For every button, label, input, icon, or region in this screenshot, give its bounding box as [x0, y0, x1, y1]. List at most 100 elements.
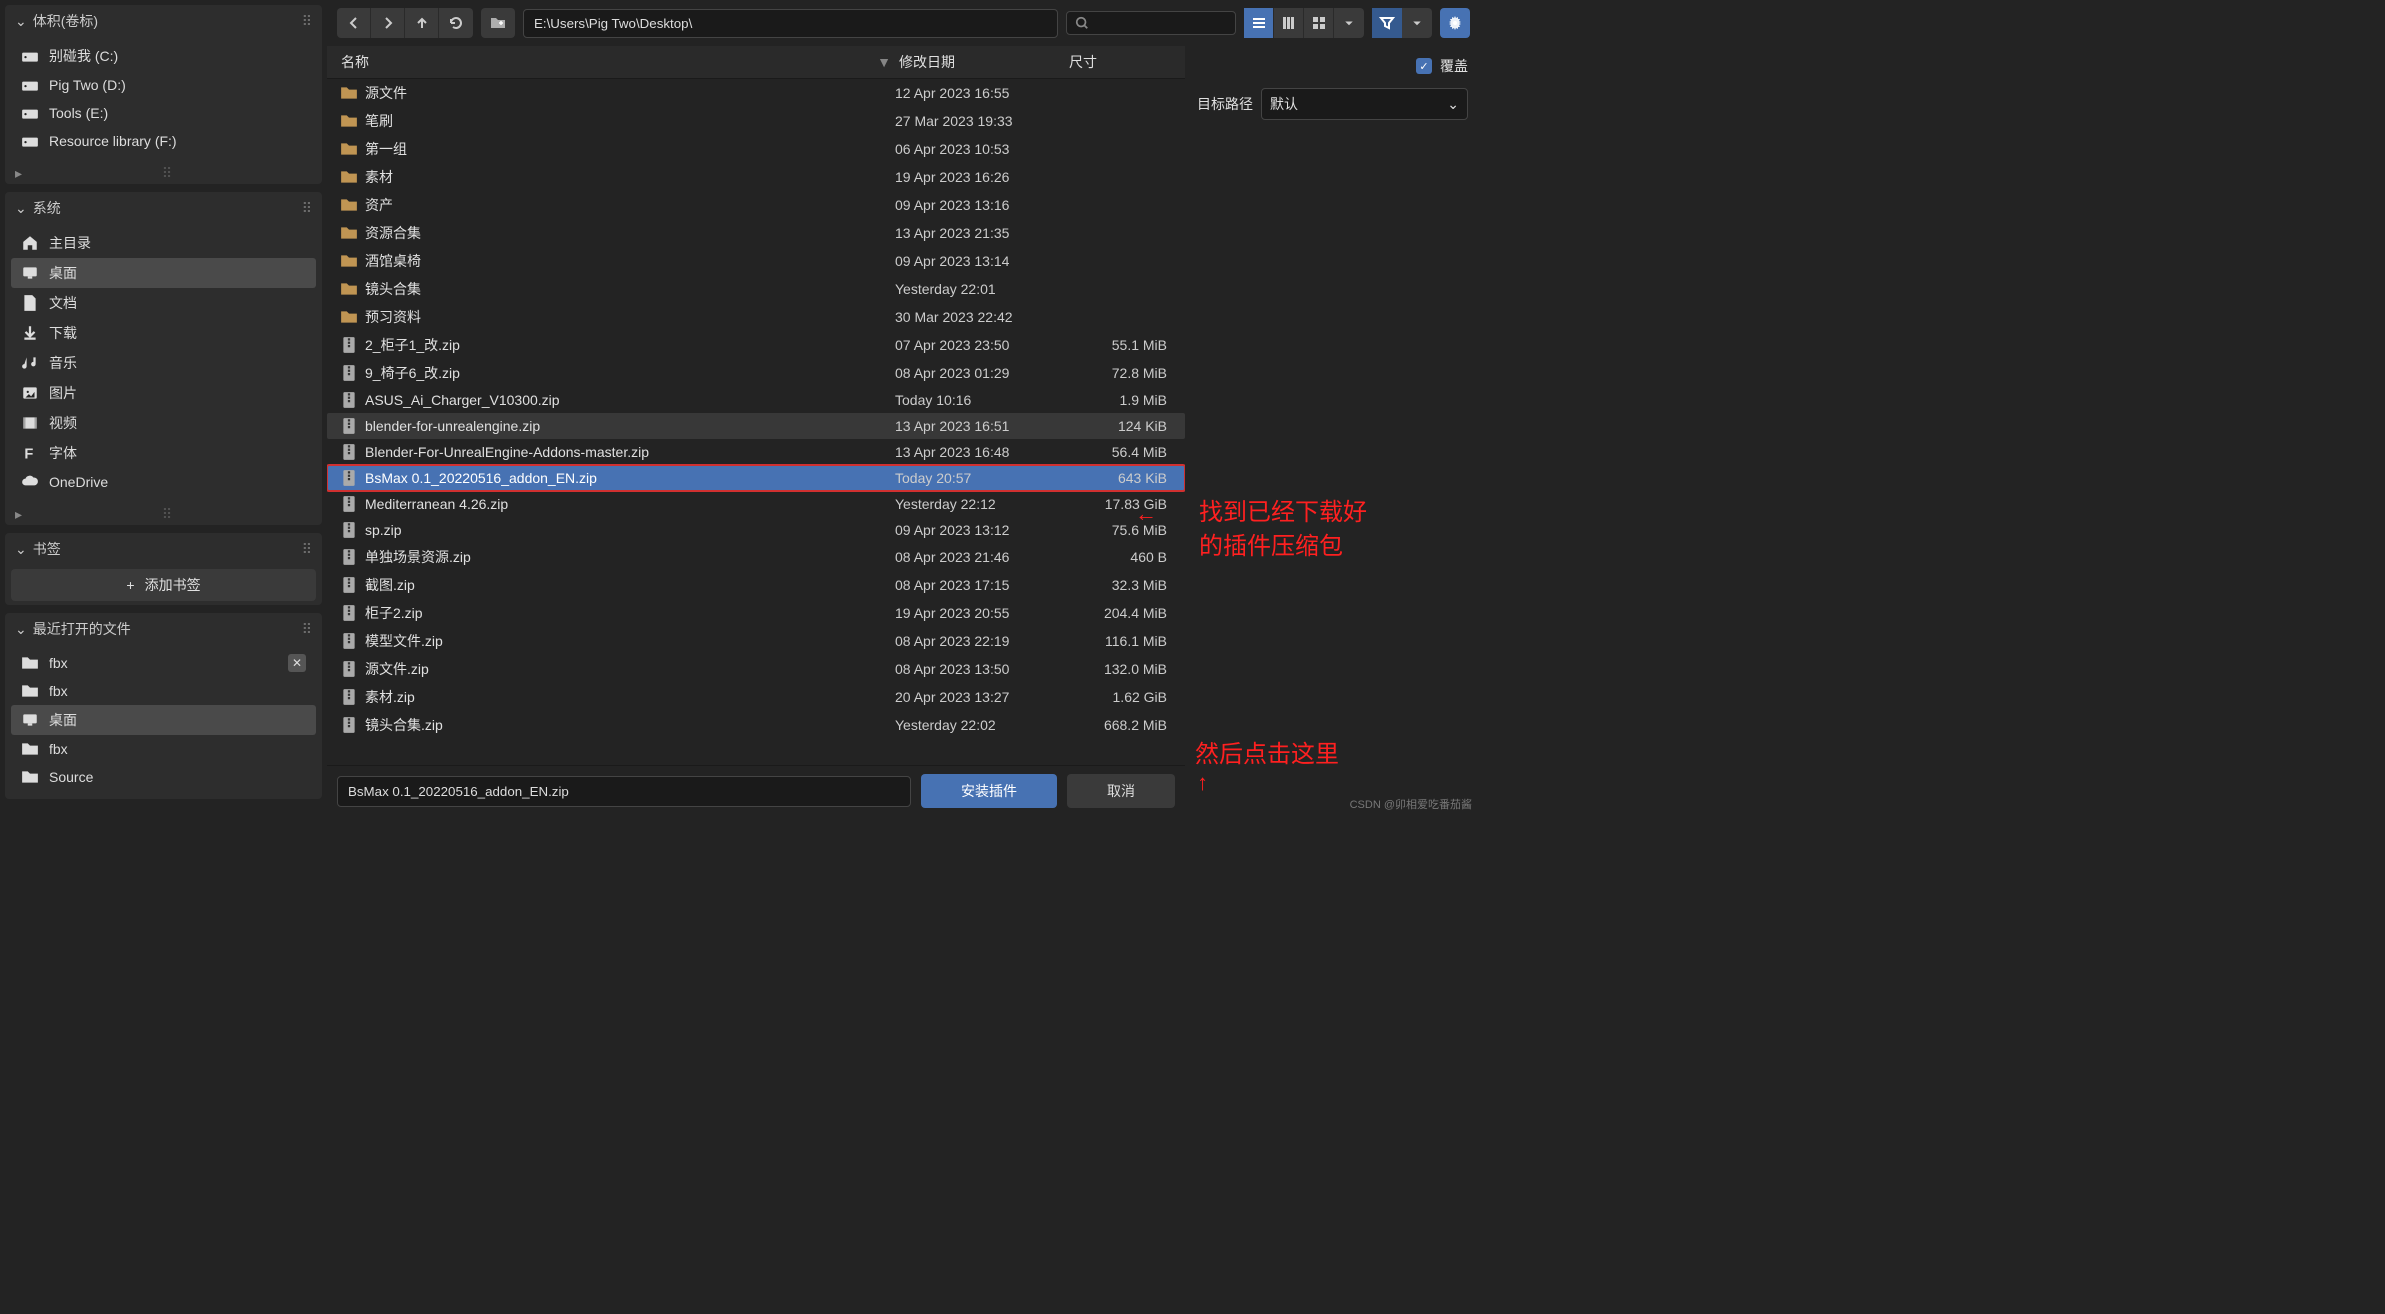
refresh-button[interactable] — [439, 8, 473, 38]
file-row[interactable]: Blender-For-UnrealEngine-Addons-master.z… — [327, 439, 1185, 465]
add-bookmark-button[interactable]: + 添加书签 — [11, 569, 316, 601]
recent-item[interactable]: fbx — [11, 735, 316, 763]
system-title: 系统 — [33, 198, 61, 218]
recent-item-label: 桌面 — [49, 710, 77, 730]
file-row[interactable]: 镜头合集Yesterday 22:01 — [327, 275, 1185, 303]
volumes-expand[interactable]: ▸⠿ — [5, 163, 322, 184]
column-name-header[interactable]: 名称▼ — [337, 46, 895, 78]
file-row[interactable]: 素材19 Apr 2023 16:26 — [327, 163, 1185, 191]
search-input[interactable] — [1066, 11, 1236, 35]
file-row[interactable]: 资产09 Apr 2023 13:16 — [327, 191, 1185, 219]
settings-button[interactable] — [1440, 8, 1470, 38]
file-date: 08 Apr 2023 01:29 — [895, 365, 1065, 381]
volumes-header[interactable]: ⌄ 体积(卷标) ⠿ — [5, 5, 322, 37]
file-row[interactable]: ASUS_Ai_Charger_V10300.zipToday 10:161.9… — [327, 387, 1185, 413]
new-folder-button[interactable] — [481, 8, 515, 38]
close-icon[interactable]: ✕ — [288, 654, 306, 672]
file-row[interactable]: blender-for-unrealengine.zip13 Apr 2023 … — [327, 413, 1185, 439]
file-row[interactable]: BsMax 0.1_20220516_addon_EN.zipToday 20:… — [327, 465, 1185, 491]
file-row[interactable]: 镜头合集.zipYesterday 22:02668.2 MiB — [327, 711, 1185, 739]
file-row[interactable]: 柜子2.zip19 Apr 2023 20:55204.4 MiB — [327, 599, 1185, 627]
filter-button[interactable] — [1372, 8, 1402, 38]
drag-dots-icon: ⠿ — [302, 13, 312, 30]
volume-item[interactable]: Pig Two (D:) — [11, 71, 316, 99]
zip-icon — [337, 364, 361, 382]
zip-icon — [337, 391, 361, 409]
recent-item[interactable]: Source — [11, 763, 316, 791]
system-item-image[interactable]: 图片 — [11, 378, 316, 408]
system-item-music[interactable]: 音乐 — [11, 348, 316, 378]
zip-icon — [337, 632, 361, 650]
file-row[interactable]: 源文件.zip08 Apr 2023 13:50132.0 MiB — [327, 655, 1185, 683]
file-date: 09 Apr 2023 13:12 — [895, 522, 1065, 538]
file-date: 19 Apr 2023 16:26 — [895, 169, 1065, 185]
recent-item[interactable]: fbx✕ — [11, 649, 316, 677]
view-columns-button[interactable] — [1274, 8, 1304, 38]
up-button[interactable] — [405, 8, 439, 38]
volume-item[interactable]: Resource library (F:) — [11, 127, 316, 155]
file-row[interactable]: 源文件12 Apr 2023 16:55 — [327, 79, 1185, 107]
forward-button[interactable] — [371, 8, 405, 38]
system-expand[interactable]: ▸⠿ — [5, 504, 322, 525]
column-size-header[interactable]: 尺寸 — [1065, 46, 1175, 78]
zip-icon — [337, 604, 361, 622]
file-name: 资产 — [365, 195, 895, 215]
recent-item[interactable]: fbx — [11, 677, 316, 705]
target-path-dropdown[interactable]: 默认 ⌄ — [1261, 88, 1468, 120]
file-size: 56.4 MiB — [1065, 444, 1175, 460]
file-row[interactable]: 模型文件.zip08 Apr 2023 22:19116.1 MiB — [327, 627, 1185, 655]
volume-item[interactable]: Tools (E:) — [11, 99, 316, 127]
file-row[interactable]: sp.zip09 Apr 2023 13:1275.6 MiB — [327, 517, 1185, 543]
system-item-video[interactable]: 视频 — [11, 408, 316, 438]
file-row[interactable]: 截图.zip08 Apr 2023 17:1532.3 MiB — [327, 571, 1185, 599]
drag-dots-icon: ⠿ — [302, 541, 312, 558]
column-date-header[interactable]: 修改日期 — [895, 46, 1065, 78]
view-dropdown-button[interactable] — [1334, 8, 1364, 38]
bottom-bar: 安装插件 取消 — [327, 765, 1185, 816]
filename-input[interactable] — [337, 776, 911, 807]
file-name: ASUS_Ai_Charger_V10300.zip — [365, 392, 895, 408]
view-grid-button[interactable] — [1304, 8, 1334, 38]
file-size: 460 B — [1065, 549, 1175, 565]
file-row[interactable]: 酒馆桌椅09 Apr 2023 13:14 — [327, 247, 1185, 275]
system-item-document[interactable]: 文档 — [11, 288, 316, 318]
file-row[interactable]: Mediterranean 4.26.zipYesterday 22:1217.… — [327, 491, 1185, 517]
system-item-home[interactable]: 主目录 — [11, 228, 316, 258]
sort-desc-icon: ▼ — [877, 54, 891, 70]
recent-header[interactable]: ⌄ 最近打开的文件 ⠿ — [5, 613, 322, 645]
system-item-font[interactable]: F字体 — [11, 438, 316, 468]
cancel-button[interactable]: 取消 — [1067, 774, 1175, 808]
file-row[interactable]: 笔刷27 Mar 2023 19:33 — [327, 107, 1185, 135]
system-item-desktop[interactable]: 桌面 — [11, 258, 316, 288]
file-row[interactable]: 9_椅子6_改.zip08 Apr 2023 01:2972.8 MiB — [327, 359, 1185, 387]
file-row[interactable]: 资源合集13 Apr 2023 21:35 — [327, 219, 1185, 247]
volume-item[interactable]: 别碰我 (C:) — [11, 41, 316, 71]
system-header[interactable]: ⌄ 系统 ⠿ — [5, 192, 322, 224]
install-addon-button[interactable]: 安装插件 — [921, 774, 1057, 808]
file-size: 1.62 GiB — [1065, 689, 1175, 705]
file-date: 08 Apr 2023 21:46 — [895, 549, 1065, 565]
file-date: 30 Mar 2023 22:42 — [895, 309, 1065, 325]
file-list[interactable]: 源文件12 Apr 2023 16:55笔刷27 Mar 2023 19:33第… — [327, 79, 1185, 765]
back-button[interactable] — [337, 8, 371, 38]
file-row[interactable]: 第一组06 Apr 2023 10:53 — [327, 135, 1185, 163]
filter-dropdown-button[interactable] — [1402, 8, 1432, 38]
add-bookmark-label: 添加书签 — [145, 575, 201, 595]
file-name: blender-for-unrealengine.zip — [365, 418, 895, 434]
system-item-download[interactable]: 下载 — [11, 318, 316, 348]
file-row[interactable]: 预习资料30 Mar 2023 22:42 — [327, 303, 1185, 331]
overwrite-checkbox[interactable]: ✓ — [1416, 58, 1432, 74]
file-date: Yesterday 22:12 — [895, 496, 1065, 512]
file-row[interactable]: 单独场景资源.zip08 Apr 2023 21:46460 B — [327, 543, 1185, 571]
system-item-cloud[interactable]: OneDrive — [11, 468, 316, 496]
view-list-button[interactable] — [1244, 8, 1274, 38]
bookmarks-header[interactable]: ⌄ 书签 ⠿ — [5, 533, 322, 565]
path-input[interactable] — [523, 9, 1058, 38]
system-item-label: 字体 — [49, 443, 77, 463]
file-row[interactable]: 2_柜子1_改.zip07 Apr 2023 23:5055.1 MiB — [327, 331, 1185, 359]
folder-icon — [337, 224, 361, 242]
overwrite-option[interactable]: ✓ 覆盖 — [1197, 56, 1468, 76]
file-row[interactable]: 素材.zip20 Apr 2023 13:271.62 GiB — [327, 683, 1185, 711]
system-item-label: 图片 — [49, 383, 77, 403]
recent-item[interactable]: 桌面 — [11, 705, 316, 735]
